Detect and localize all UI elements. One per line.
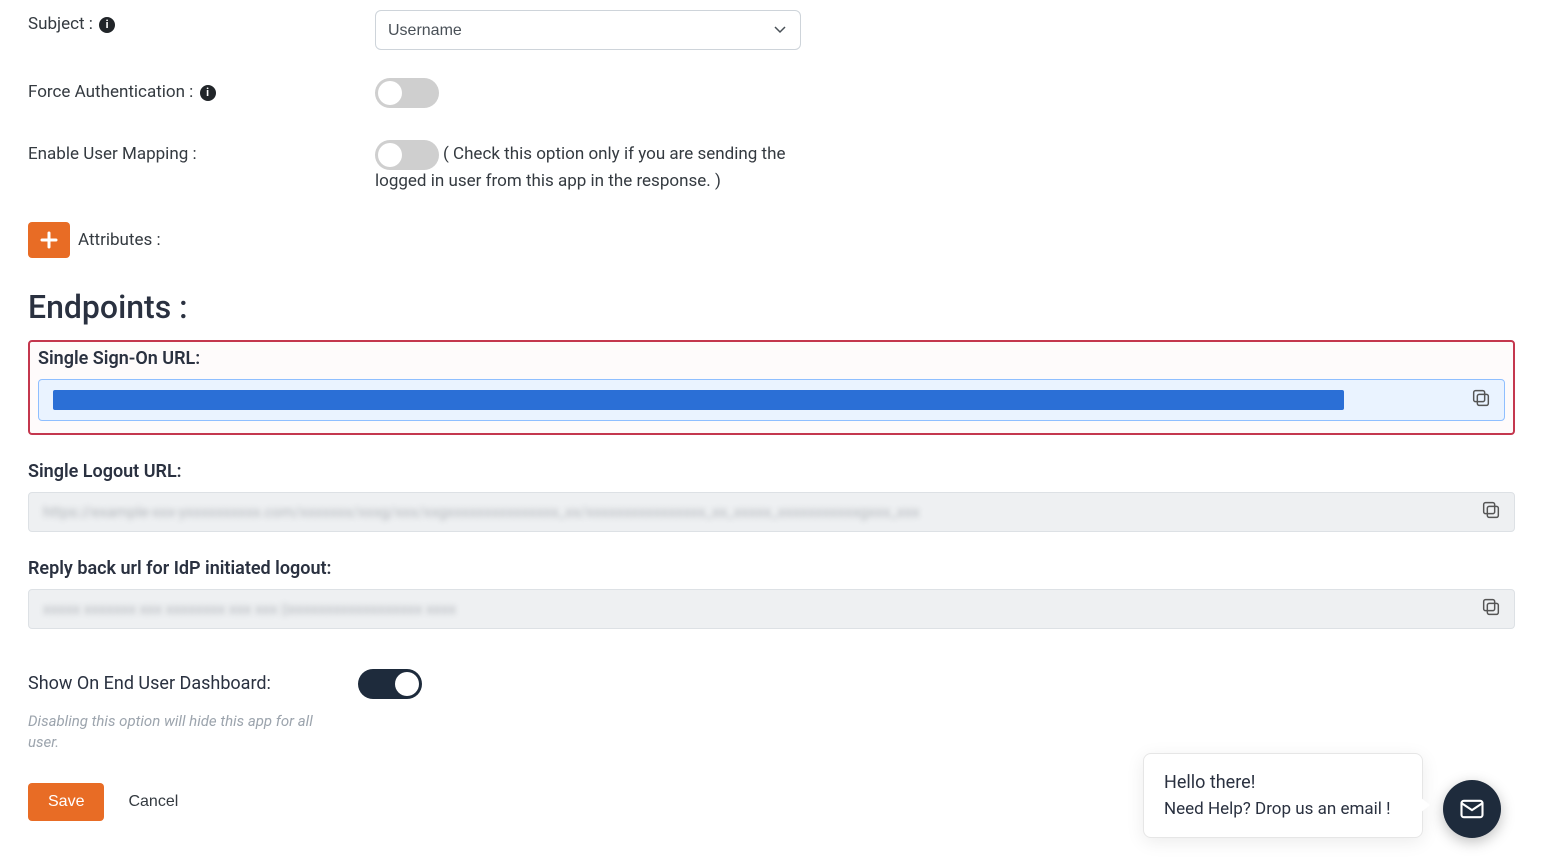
endpoints-heading: Endpoints : [28,288,1515,326]
enable-mapping-toggle[interactable] [375,140,439,170]
slo-url-value: https://example-xxx-yxxxxxxxxxx.com/xxxx… [43,503,1466,521]
attributes-label: Attributes : [78,230,161,250]
sso-url-block: Single Sign-On URL: [28,340,1515,435]
sso-url-field[interactable] [38,379,1505,421]
add-attribute-button[interactable] [28,222,70,258]
cancel-button[interactable]: Cancel [128,793,178,811]
chat-launcher-button[interactable] [1443,780,1501,838]
dashboard-helper-text: Disabling this option will hide this app… [28,711,328,753]
chat-tooltip: Hello there! Need Help? Drop us an email… [1143,753,1423,838]
save-button[interactable]: Save [28,783,104,821]
reply-url-value: xxxxx xxxxxxx xxx xxxxxxxx xxx xxx ||xxx… [43,600,1466,618]
copy-icon[interactable] [1470,387,1492,413]
mail-icon [1458,795,1486,823]
force-auth-toggle[interactable] [375,78,439,108]
chat-greeting: Hello there! [1164,772,1402,793]
dashboard-toggle-label: Show On End User Dashboard: [28,673,358,694]
slo-url-field[interactable]: https://example-xxx-yxxxxxxxxxx.com/xxxx… [28,492,1515,532]
reply-url-field[interactable]: xxxxx xxxxxxx xxx xxxxxxxx xxx xxx ||xxx… [28,589,1515,629]
reply-url-label: Reply back url for IdP initiated logout: [28,558,1515,579]
dashboard-toggle[interactable] [358,669,422,699]
info-icon[interactable]: i [200,85,216,101]
subject-select[interactable]: Username [375,10,801,50]
force-auth-label: Force Authentication : [28,82,193,102]
enable-mapping-label: Enable User Mapping : [28,144,197,164]
sso-url-label: Single Sign-On URL: [38,348,1505,369]
info-icon[interactable]: i [99,17,115,33]
copy-icon[interactable] [1480,596,1502,622]
slo-url-block: Single Logout URL: https://example-xxx-y… [28,461,1515,532]
subject-label: Subject : [28,14,93,34]
reply-url-block: Reply back url for IdP initiated logout:… [28,558,1515,629]
plus-icon [40,231,58,249]
copy-icon[interactable] [1480,499,1502,525]
slo-url-label: Single Logout URL: [28,461,1515,482]
chat-help-line: Need Help? Drop us an email ! [1164,799,1402,819]
sso-url-selected-text [53,390,1344,410]
